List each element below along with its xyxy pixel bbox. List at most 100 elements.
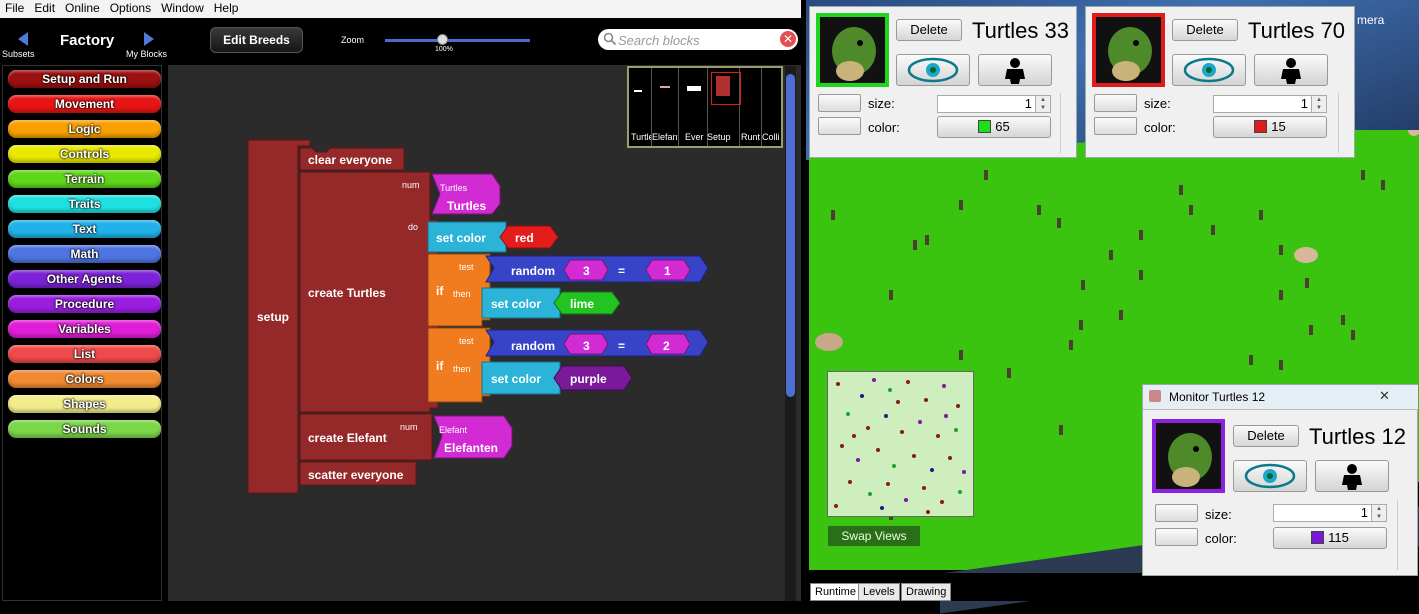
watch-button[interactable] <box>1172 54 1246 86</box>
drive-button[interactable] <box>1254 54 1328 86</box>
window-title: Monitor Turtles 12 <box>1169 390 1266 404</box>
eye-icon <box>1183 57 1235 83</box>
size-stepper[interactable]: 1 ▲ ▼ <box>1213 95 1327 113</box>
size-graph-button[interactable] <box>818 94 861 112</box>
size-label: size: <box>1144 96 1171 111</box>
elefant-small-label: Elefant <box>439 425 468 435</box>
color-value: 115 <box>1328 530 1349 545</box>
turtles-small-label: Turtles <box>440 183 468 193</box>
if-label: if <box>436 284 444 298</box>
watch-button[interactable] <box>1233 460 1307 492</box>
blocks-editor: File Edit Online Options Window Help Sub… <box>0 0 801 601</box>
person-icon <box>1005 58 1025 84</box>
monitor-turtles-33: Delete Turtles 33 size: 1 ▲ ▼ color: 65 <box>809 6 1077 158</box>
color-label: color: <box>868 120 900 135</box>
color-graph-button[interactable] <box>818 117 861 135</box>
set-color-label: set color <box>491 297 542 311</box>
then-label: then <box>453 289 471 299</box>
set-color-label: set color <box>491 372 542 386</box>
eye-icon <box>907 57 959 83</box>
drive-button[interactable] <box>1315 460 1389 492</box>
person-icon <box>1342 464 1362 490</box>
eye-icon <box>1244 463 1296 489</box>
color-label: color: <box>1144 120 1176 135</box>
delete-button[interactable]: Delete <box>1172 19 1238 41</box>
num-label: num <box>402 180 420 190</box>
size-stepper[interactable]: 1 ▲ ▼ <box>1273 504 1387 522</box>
setup-label: setup <box>257 310 290 324</box>
turtle-avatar-icon <box>820 17 885 83</box>
color-picker-button[interactable]: 115 <box>1273 527 1387 549</box>
three-label: 3 <box>583 264 590 278</box>
elefanten-label: Elefanten <box>444 441 499 455</box>
monitor-scrollbar[interactable] <box>1338 93 1353 153</box>
window-titlebar[interactable]: Monitor Turtles 12 ✕ <box>1143 385 1418 410</box>
then-label: then <box>453 364 471 374</box>
size-graph-button[interactable] <box>1094 94 1137 112</box>
tab-runtime[interactable]: Runtime <box>810 583 861 601</box>
watch-button[interactable] <box>896 54 970 86</box>
java-app-icon <box>1149 390 1161 402</box>
spinner-arrows-icon[interactable]: ▲ ▼ <box>1035 96 1050 112</box>
color-swatch <box>978 120 992 133</box>
camera-label: mera <box>1357 13 1385 27</box>
color-value: 15 <box>1271 119 1286 134</box>
size-value: 1 <box>1360 505 1368 520</box>
color-graph-button[interactable] <box>1155 528 1198 546</box>
two-label: 2 <box>663 339 670 353</box>
monitor-title: Turtles 33 <box>972 18 1070 43</box>
color-swatch <box>1254 120 1268 133</box>
close-icon[interactable]: ✕ <box>1379 388 1390 404</box>
delete-button[interactable]: Delete <box>896 19 962 41</box>
swap-views-button[interactable]: Swap Views <box>828 526 920 546</box>
drive-button[interactable] <box>978 54 1052 86</box>
size-graph-button[interactable] <box>1155 504 1198 522</box>
turtle-avatar-icon <box>1156 423 1221 489</box>
monitor-turtles-70: Delete Turtles 70 size: 1 ▲ ▼ color: 15 <box>1085 6 1355 158</box>
if-label: if <box>436 359 444 373</box>
turtle-portrait <box>1092 13 1165 87</box>
random-label: random <box>511 339 556 353</box>
color-picker-button[interactable]: 15 <box>1213 116 1327 138</box>
turtle-portrait <box>1152 419 1225 493</box>
size-value: 1 <box>1300 96 1308 111</box>
spinner-arrows-icon[interactable]: ▲ ▼ <box>1311 96 1326 112</box>
tab-drawing[interactable]: Drawing <box>901 583 952 601</box>
world-minimap[interactable] <box>827 371 974 517</box>
minimap-dots <box>834 378 966 514</box>
monitor-scrollbar[interactable] <box>1397 500 1412 570</box>
test-label: test <box>459 262 474 272</box>
size-value: 1 <box>1024 96 1032 111</box>
turtles-label: Turtles <box>447 199 487 213</box>
size-stepper[interactable]: 1 ▲ ▼ <box>937 95 1051 113</box>
create-turtles-label: create Turtles <box>308 286 386 300</box>
equals-label: = <box>618 264 626 278</box>
color-picker-button[interactable]: 65 <box>937 116 1051 138</box>
monitor-title: Turtles 12 <box>1309 424 1407 449</box>
scatter-everyone-label: scatter everyone <box>308 468 404 482</box>
turtle-portrait <box>816 13 889 87</box>
spinner-arrows-icon[interactable]: ▲ ▼ <box>1371 505 1386 521</box>
purple-label: purple <box>570 372 607 386</box>
color-swatch <box>1311 531 1325 544</box>
delete-button[interactable]: Delete <box>1233 425 1299 447</box>
monitor-scrollbar[interactable] <box>1060 93 1075 153</box>
size-label: size: <box>868 96 895 111</box>
color-label: color: <box>1205 531 1237 546</box>
color-graph-button[interactable] <box>1094 117 1137 135</box>
monitor-title: Turtles 70 <box>1248 18 1346 43</box>
block-program <box>247 139 709 494</box>
person-icon <box>1281 58 1301 84</box>
test-label: test <box>459 336 474 346</box>
random-label: random <box>511 264 556 278</box>
three-label: 3 <box>583 339 590 353</box>
one-label: 1 <box>664 264 671 278</box>
tab-levels[interactable]: Levels <box>858 583 900 601</box>
do-label: do <box>408 222 419 232</box>
set-color-label: set color <box>436 231 487 245</box>
size-label: size: <box>1205 507 1232 522</box>
color-value: 65 <box>995 119 1010 134</box>
turtle-avatar-icon <box>1096 17 1161 83</box>
red-label: red <box>515 231 534 245</box>
clear-everyone-label: clear everyone <box>308 153 393 167</box>
